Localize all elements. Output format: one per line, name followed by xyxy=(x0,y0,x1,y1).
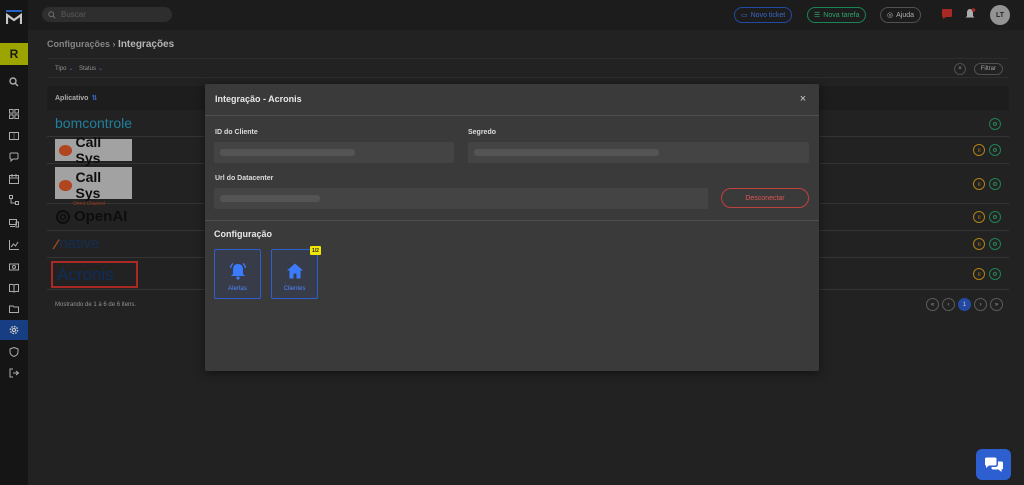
datacenter-label: Url do Datacenter xyxy=(215,175,274,182)
integration-modal: Integração - Acronis × ID do Cliente Seg… xyxy=(205,84,819,371)
alerts-card[interactable]: Alertas xyxy=(214,249,261,299)
client-id-field[interactable] xyxy=(214,142,454,163)
modal-title: Integração - Acronis xyxy=(215,94,302,104)
datacenter-url-field[interactable] xyxy=(214,188,708,209)
close-icon[interactable]: × xyxy=(797,93,809,105)
home-icon xyxy=(286,263,303,279)
config-section-title: Configuração xyxy=(214,229,273,239)
bell-icon xyxy=(229,262,246,280)
masked-value xyxy=(220,195,320,202)
support-chat-button[interactable] xyxy=(976,449,1011,480)
divider xyxy=(205,220,819,221)
chat-icon xyxy=(984,457,1003,472)
count-badge: 1/2 xyxy=(310,246,321,255)
masked-value xyxy=(220,149,355,156)
secret-field[interactable] xyxy=(468,142,809,163)
modal-header: Integração - Acronis × xyxy=(205,84,819,116)
clients-card[interactable]: Clientes xyxy=(271,249,318,299)
client-id-label: ID do Cliente xyxy=(215,129,258,136)
masked-value xyxy=(474,149,659,156)
disconnect-button[interactable]: Desconectar xyxy=(721,188,809,208)
secret-label: Segredo xyxy=(468,129,497,136)
